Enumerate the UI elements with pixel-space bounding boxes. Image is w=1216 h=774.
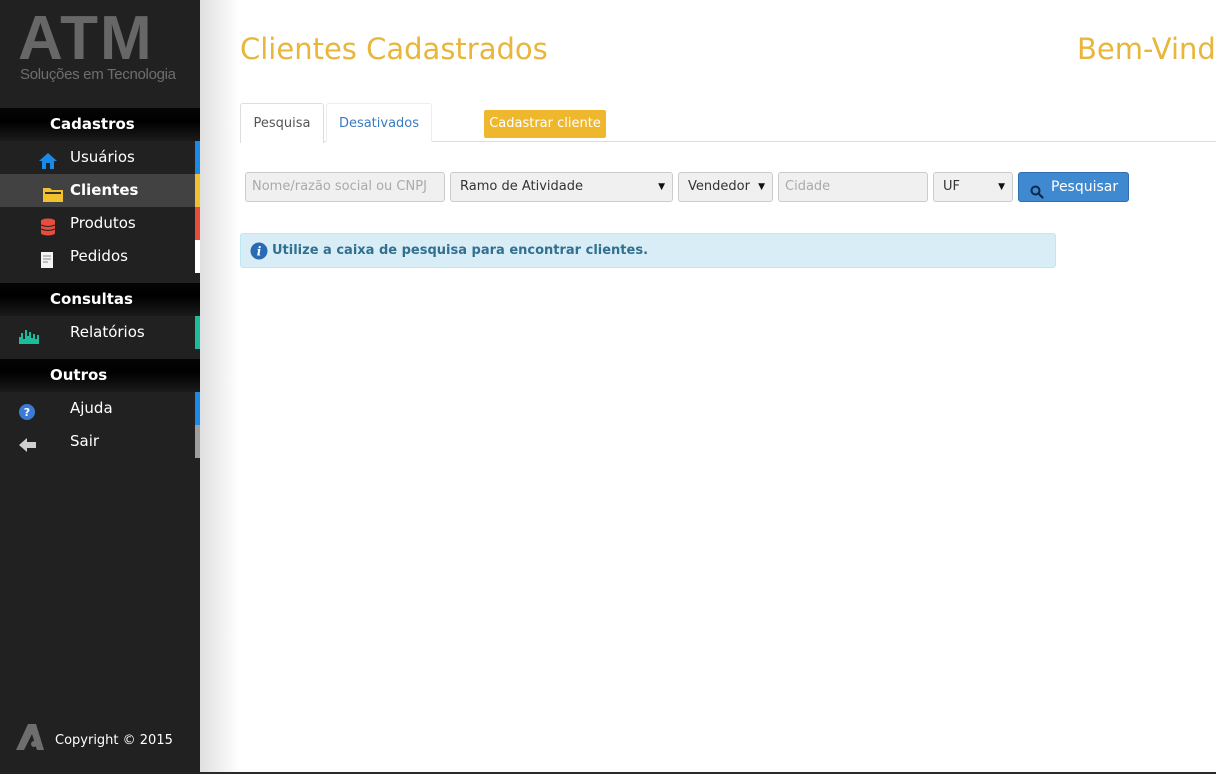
add-client-button[interactable]: Cadastrar cliente [484,110,606,138]
tab-pesquisa[interactable]: Pesquisa [240,103,324,143]
activity-select-value: Ramo de Atividade [460,179,583,194]
copyright: Copyright © 2015 [14,722,200,762]
sidebar-item-produtos[interactable]: Produtos [0,207,200,240]
section-header-outros: Outros [0,359,200,392]
seller-select[interactable]: Vendedor ▼ [678,172,773,202]
sidebar-item-label: Relatórios [70,323,145,341]
info-icon: i [250,242,268,264]
sidebar-item-label: Usuários [70,148,135,166]
copyright-text: Copyright © 2015 [55,733,173,748]
svg-text:i: i [257,245,262,259]
page-title: Clientes Cadastrados [240,32,548,66]
help-icon: ? [18,400,38,420]
sidebar-item-ajuda[interactable]: ? Ajuda [0,392,200,425]
uf-select[interactable]: UF ▼ [933,172,1013,202]
atm-logo[interactable]: ATM Soluções em Tecnologia [18,8,183,90]
name-cnpj-input[interactable]: Nome/razão social ou CNPJ [245,172,445,202]
sidebar-item-clientes[interactable]: Clientes [0,174,200,207]
sidebar-item-label: Clientes [70,181,139,199]
search-button[interactable]: Pesquisar [1018,172,1129,202]
seller-select-value: Vendedor [688,179,750,194]
tab-desativados[interactable]: Desativados [326,103,432,142]
sidebar: ATM Soluções em Tecnologia Cadastros Usu… [0,0,200,774]
section-header-cadastros: Cadastros [0,108,200,141]
database-icon [38,215,58,236]
search-icon [1030,181,1044,209]
sidebar-item-usuarios[interactable]: Usuários [0,141,200,174]
section-header-consultas: Consultas [0,283,200,316]
caret-down-icon: ▼ [998,182,1005,192]
caret-down-icon: ▼ [658,182,665,192]
welcome-text: Bem-Vind [1077,32,1216,66]
sidebar-item-label: Ajuda [70,399,113,417]
sidebar-item-label: Produtos [70,214,136,232]
content-shadow [200,0,240,774]
logo-tagline: Soluções em Tecnologia [20,66,176,83]
home-icon [38,149,58,169]
caret-down-icon: ▼ [758,182,765,192]
logo-text: ATM [18,4,154,73]
folder-icon [42,182,63,202]
sidebar-item-label: Sair [70,432,100,450]
sidebar-item-sair[interactable]: Sair [0,425,200,458]
sidebar-item-relatorios[interactable]: Relatórios [0,316,200,349]
uf-select-value: UF [943,179,960,194]
sidebar-item-label: Pedidos [70,247,128,265]
info-alert: i Utilize a caixa de pesquisa para encon… [240,233,1056,268]
city-input[interactable]: Cidade [778,172,928,202]
document-icon [38,248,58,268]
info-alert-message: Utilize a caixa de pesquisa para encontr… [272,243,649,258]
svg-text:?: ? [24,406,30,419]
sidebar-item-pedidos[interactable]: Pedidos [0,240,200,273]
activity-select[interactable]: Ramo de Atividade ▼ [450,172,673,202]
search-button-label: Pesquisar [1051,179,1119,195]
atm-logo-mark-icon [14,722,46,756]
bar-chart-icon [18,324,42,344]
arrow-left-icon [18,433,38,452]
